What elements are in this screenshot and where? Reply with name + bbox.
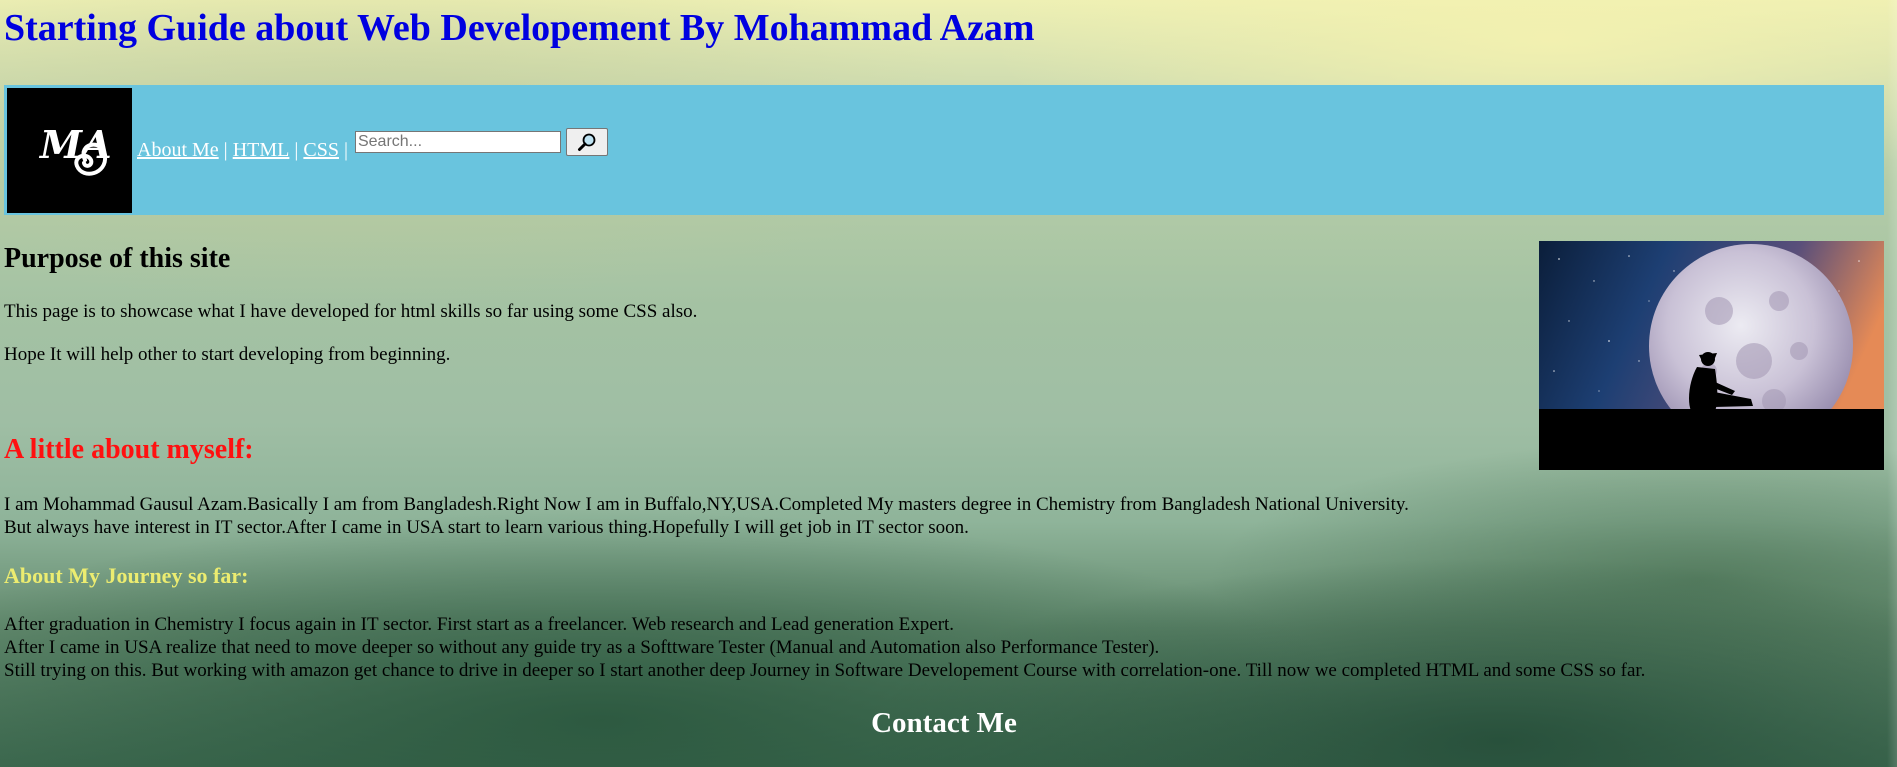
purpose-heading: Purpose of this site	[4, 243, 231, 274]
page-title: Starting Guide about Web Developement By…	[4, 7, 1035, 49]
about-line: But always have interest in IT sector.Af…	[4, 517, 969, 538]
nav-link-html[interactable]: HTML	[233, 139, 290, 162]
about-line: I am Mohammad Gausul Azam.Basically I am…	[4, 494, 1409, 515]
journey-heading: About My Journey so far:	[4, 563, 249, 588]
nav-link-css[interactable]: CSS	[303, 139, 339, 162]
purpose-paragraph: This page is to showcase what I have dev…	[4, 301, 698, 322]
contact-heading: Contact Me	[871, 707, 1017, 739]
purpose-paragraph: Hope It will help other to start develop…	[4, 344, 451, 365]
search-button[interactable]	[565, 128, 608, 156]
site-logo[interactable]: MA	[7, 87, 132, 213]
nav-separator: |	[343, 138, 348, 161]
logo-ma-icon: MA	[38, 122, 112, 176]
nav-links: About Me | HTML | CSS |	[137, 128, 608, 164]
page-edge	[1887, 0, 1897, 767]
navigation-bar: MA About Me | HTML | CSS |	[4, 85, 1884, 215]
journey-line: Still trying on this. But working with a…	[4, 660, 1646, 681]
magnifier-icon	[577, 133, 596, 151]
nav-separator: |	[294, 138, 299, 161]
search-input[interactable]	[354, 131, 561, 153]
nav-separator: |	[223, 138, 228, 161]
nav-link-about-me[interactable]: About Me	[137, 139, 219, 162]
about-heading: A little about myself:	[4, 434, 254, 465]
journey-line: After I came in USA realize that need to…	[4, 637, 1160, 658]
moon-silhouette-image	[1539, 241, 1884, 470]
journey-line: After graduation in Chemistry I focus ag…	[4, 614, 955, 635]
